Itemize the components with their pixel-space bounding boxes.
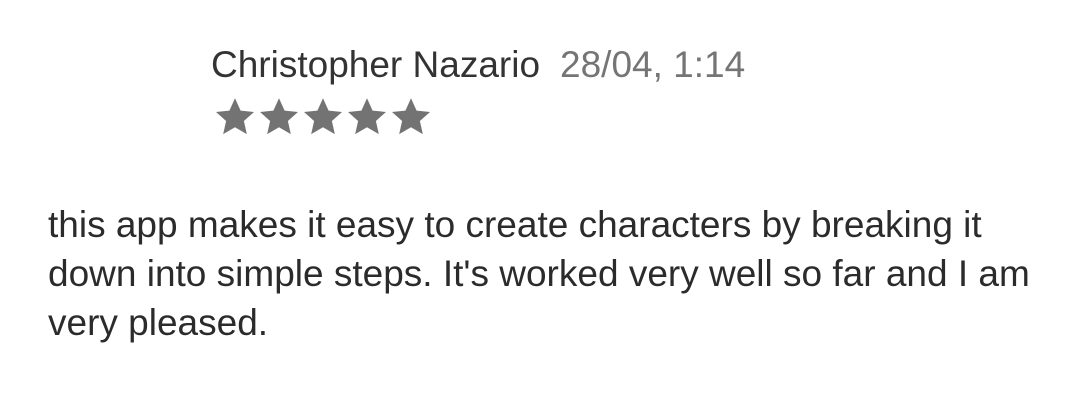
review-header: Christopher Nazario 28/04, 1:14	[211, 44, 745, 86]
review-text: this app makes it easy to create charact…	[48, 204, 1030, 343]
star-icon	[389, 95, 433, 139]
star-rating	[213, 95, 433, 139]
reviewer-name: Christopher Nazario	[211, 44, 541, 85]
review-card: Christopher Nazario 28/04, 1:14 this app…	[0, 0, 1080, 400]
star-icon	[301, 95, 345, 139]
star-icon	[257, 95, 301, 139]
review-timestamp: 28/04, 1:14	[560, 44, 746, 85]
star-icon	[345, 95, 389, 139]
star-icon	[213, 95, 257, 139]
